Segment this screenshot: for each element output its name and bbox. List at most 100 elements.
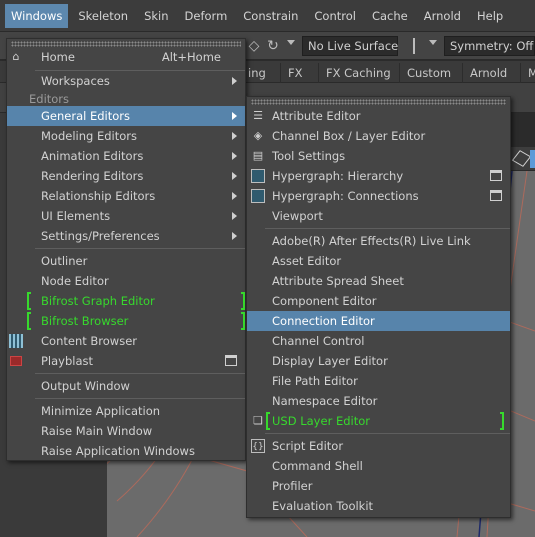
menu-item-usd-layer-editor[interactable]: ❏ USD Layer Editor	[247, 411, 510, 431]
usd-layers-icon: ❏	[253, 414, 263, 427]
menubar-skeleton[interactable]: Skeleton	[72, 4, 134, 28]
menu-item-workspaces[interactable]: Workspaces	[7, 71, 245, 91]
menu-item-channel-control[interactable]: Channel Control	[247, 331, 510, 351]
option-box-icon[interactable]	[490, 170, 502, 181]
menu-item-namespace-editor-label: Namespace Editor	[272, 394, 378, 408]
menu-item-component-editor-label: Component Editor	[272, 294, 377, 308]
menu-item-raise-main-window[interactable]: Raise Main Window	[7, 421, 245, 441]
submenu-arrow-icon	[232, 232, 237, 240]
toolbar-separator	[413, 38, 415, 54]
menu-item-component-editor[interactable]: Component Editor	[247, 291, 510, 311]
symmetry-dropdown-icon[interactable]	[429, 40, 437, 45]
menu-item-profiler[interactable]: Profiler	[247, 476, 510, 496]
menu-item-file-path-editor[interactable]: File Path Editor	[247, 371, 510, 391]
symmetry-field[interactable]: Symmetry: Off	[444, 36, 535, 56]
menu-item-script-editor[interactable]: {} Script Editor	[247, 436, 510, 456]
menu-item-rendering-editors[interactable]: Rendering Editors	[7, 166, 245, 186]
menu-item-outliner[interactable]: Outliner	[7, 251, 245, 271]
menu-item-raise-main-window-label: Raise Main Window	[41, 424, 153, 438]
menubar-control[interactable]: Control	[308, 4, 362, 28]
menu-separator	[265, 433, 510, 434]
menu-item-channel-box[interactable]: ◈ Channel Box / Layer Editor	[247, 126, 510, 146]
plugin-bracket-right	[241, 312, 245, 330]
menu-item-ui-elements[interactable]: UI Elements	[7, 206, 245, 226]
shelf-tab-fx-caching[interactable]: FX Caching	[318, 63, 398, 83]
menu-item-modeling-editors[interactable]: Modeling Editors	[7, 126, 245, 146]
menu-separator	[35, 398, 245, 399]
menu-item-command-shell[interactable]: Command Shell	[247, 456, 510, 476]
menu-item-hypergraph-connections[interactable]: Hypergraph: Connections	[247, 186, 510, 206]
playblast-icon	[10, 356, 22, 366]
menu-item-hypergraph-hierarchy-label: Hypergraph: Hierarchy	[272, 169, 404, 183]
menu-item-minimize-application[interactable]: Minimize Application	[7, 401, 245, 421]
menu-item-animation-editors[interactable]: Animation Editors	[7, 146, 245, 166]
menu-item-asset-editor-label: Asset Editor	[272, 254, 342, 268]
menu-item-raise-application-windows[interactable]: Raise Application Windows	[7, 441, 245, 461]
submenu-arrow-icon	[232, 152, 237, 160]
option-box-icon[interactable]	[490, 190, 502, 201]
menu-item-tool-settings[interactable]: ▤ Tool Settings	[247, 146, 510, 166]
menu-item-minimize-application-label: Minimize Application	[41, 404, 161, 418]
menu-item-output-window-label: Output Window	[41, 379, 130, 393]
menu-item-output-window[interactable]: Output Window	[7, 376, 245, 396]
menu-item-content-browser[interactable]: Content Browser	[7, 331, 245, 351]
submenu-arrow-icon	[232, 112, 237, 120]
menu-item-settings-preferences[interactable]: Settings/Preferences	[7, 226, 245, 246]
menubar-arnold[interactable]: Arnold	[418, 4, 467, 28]
menubar-cache[interactable]: Cache	[366, 4, 414, 28]
menu-item-attribute-editor[interactable]: ☰ Attribute Editor	[247, 106, 510, 126]
rotate-dropdown-icon[interactable]	[287, 40, 295, 45]
menubar-windows[interactable]: Windows	[5, 3, 69, 28]
menu-item-playblast[interactable]: Playblast	[7, 351, 245, 371]
menu-item-viewport[interactable]: Viewport	[247, 206, 510, 226]
windows-menu: ⌂ Home Alt+Home Workspaces Editors Gener…	[6, 38, 246, 461]
menu-item-after-effects-live-link[interactable]: Adobe(R) After Effects(R) Live Link	[247, 231, 510, 251]
option-box-icon[interactable]	[225, 355, 237, 366]
submenu-arrow-icon	[232, 192, 237, 200]
menubar-constrain[interactable]: Constrain	[237, 4, 304, 28]
menu-item-modeling-editors-label: Modeling Editors	[41, 129, 137, 143]
menu-item-attribute-spread-sheet[interactable]: Attribute Spread Sheet	[247, 271, 510, 291]
menu-item-hypergraph-hierarchy[interactable]: Hypergraph: Hierarchy	[247, 166, 510, 186]
menu-item-general-editors[interactable]: General Editors	[7, 106, 245, 126]
menu-item-file-path-editor-label: File Path Editor	[272, 374, 358, 388]
menu-separator	[265, 228, 510, 229]
menu-item-connection-editor-label: Connection Editor	[272, 314, 375, 328]
general-editors-submenu: ☰ Attribute Editor ◈ Channel Box / Layer…	[246, 96, 511, 518]
menu-item-relationship-editors-label: Relationship Editors	[41, 189, 156, 203]
menubar-skin[interactable]: Skin	[138, 4, 174, 28]
menu-item-node-editor[interactable]: Node Editor	[7, 271, 245, 291]
menu-item-display-layer-editor[interactable]: Display Layer Editor	[247, 351, 510, 371]
menu-item-asset-editor[interactable]: Asset Editor	[247, 251, 510, 271]
menu-item-namespace-editor[interactable]: Namespace Editor	[247, 391, 510, 411]
menubar-help[interactable]: Help	[471, 4, 509, 28]
home-shortcut: Alt+Home	[161, 50, 221, 64]
menu-item-attribute-spread-sheet-label: Attribute Spread Sheet	[272, 274, 404, 288]
tool-settings-icon: ▤	[252, 149, 264, 162]
plugin-bracket-left	[266, 412, 270, 430]
shelf-tab-arnold[interactable]: Arnold	[462, 63, 514, 83]
rotate-icon[interactable]: ↻	[264, 37, 282, 55]
menu-item-command-shell-label: Command Shell	[272, 459, 363, 473]
content-browser-icon	[9, 334, 23, 348]
live-surface-field[interactable]: No Live Surface	[302, 36, 398, 56]
menu-item-home[interactable]: ⌂ Home Alt+Home	[7, 47, 245, 67]
menubar-deform[interactable]: Deform	[179, 4, 234, 28]
tearoff-handle[interactable]	[251, 99, 506, 105]
menu-item-bifrost-browser[interactable]: Bifrost Browser	[7, 311, 245, 331]
attribute-editor-icon: ☰	[253, 109, 263, 122]
main-menubar: Windows Skeleton Skin Deform Constrain C…	[0, 0, 535, 32]
shelf-tab-more[interactable]: M	[520, 63, 535, 83]
menu-item-bifrost-graph-editor[interactable]: Bifrost Graph Editor	[7, 291, 245, 311]
menu-item-evaluation-toolkit[interactable]: Evaluation Toolkit	[247, 496, 510, 516]
menu-item-workspaces-label: Workspaces	[41, 74, 110, 88]
home-icon: ⌂	[12, 50, 20, 63]
menu-item-display-layer-editor-label: Display Layer Editor	[272, 354, 388, 368]
menu-item-general-editors-label: General Editors	[41, 109, 131, 123]
menu-item-hypergraph-connections-label: Hypergraph: Connections	[272, 189, 419, 203]
shelf-tab-custom[interactable]: Custom	[399, 63, 458, 83]
menu-item-relationship-editors[interactable]: Relationship Editors	[7, 186, 245, 206]
snap-icon[interactable]: ◇	[245, 37, 263, 55]
menu-item-connection-editor[interactable]: Connection Editor	[247, 311, 510, 331]
shelf-tab-fx[interactable]: FX	[280, 63, 310, 83]
